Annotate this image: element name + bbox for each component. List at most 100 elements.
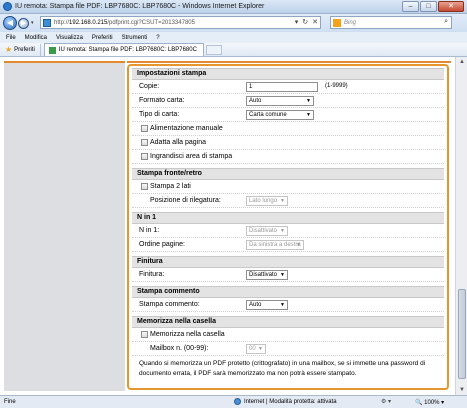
page-viewport: Impostazioni stampa Copie: 1 (1-9999) Fo… [0, 57, 467, 395]
new-tab-button[interactable] [205, 44, 222, 55]
comment-row: Stampa commento: Auto ▼ [132, 298, 444, 312]
chevron-down-icon: ▼ [280, 198, 285, 204]
stop-icon[interactable]: ✕ [312, 18, 318, 26]
enlarge-area-label: Ingrandisci area di stampa [150, 153, 233, 160]
menu-modifica[interactable]: Modifica [25, 35, 47, 41]
enlarge-area-row: Ingrandisci area di stampa [132, 150, 444, 164]
finishing-label: Finitura: [139, 271, 165, 278]
search-icon[interactable]: ⌕ [444, 18, 448, 26]
menu-file[interactable]: File [6, 35, 16, 41]
print-form-panel: Impostazioni stampa Copie: 1 (1-9999) Fo… [127, 64, 449, 390]
store-mailbox-label: Memorizza nella casella [150, 331, 225, 338]
page-order-row: Ordine pagine: Da sinistra a destra ▼ [132, 238, 444, 252]
two-sided-label: Stampa 2 lati [150, 183, 191, 190]
store-mailbox-checkbox[interactable] [141, 331, 148, 338]
paper-type-row: Tipo di carta: Carta comune ▼ [132, 108, 444, 122]
menu-visualizza[interactable]: Visualizza [56, 35, 83, 41]
menu-preferiti[interactable]: Preferiti [92, 35, 113, 41]
manual-feed-row: Alimentazione manuale [132, 122, 444, 136]
address-bar[interactable]: http://192.168.0.215/pdfprint.cgi?CSUT=2… [40, 16, 321, 29]
finishing-row: Finitura: Disattivato ▼ [132, 268, 444, 282]
paper-size-select[interactable]: Auto ▼ [246, 96, 314, 106]
copies-input[interactable]: 1 [246, 82, 318, 92]
fit-page-row: Adatta alla pagina [132, 136, 444, 150]
favorites-bar: ★ Preferiti IU remota: Stampa file PDF: … [0, 43, 467, 57]
address-dropdown-icon[interactable]: ▾ [295, 18, 299, 26]
section-duplex: Stampa fronte/retro [132, 168, 444, 180]
maximize-button[interactable]: □ [420, 1, 437, 12]
finishing-select[interactable]: Disattivato ▼ [246, 270, 288, 280]
globe-icon [234, 398, 241, 405]
manual-feed-checkbox[interactable] [141, 125, 148, 132]
store-mailbox-row: Memorizza nella casella [132, 328, 444, 342]
page-order-label: Ordine pagine: [139, 241, 185, 248]
menu-strumenti[interactable]: Strumenti [122, 35, 148, 41]
scroll-up-icon[interactable]: ▲ [457, 57, 467, 67]
chevron-down-icon: ▼ [258, 346, 263, 352]
binding-label: Posizione di rilegatura: [150, 197, 221, 204]
menu-bar: File Modifica Visualizza Preferiti Strum… [0, 32, 467, 43]
scroll-down-icon[interactable]: ▼ [457, 385, 467, 395]
vertical-scrollbar[interactable]: ▲ ▼ [455, 57, 467, 395]
mailbox-number-select[interactable]: 00 ▼ [246, 344, 266, 354]
star-icon: ★ [5, 45, 13, 54]
history-dropdown-icon[interactable]: ▾ [31, 20, 34, 26]
security-zone[interactable]: Internet | Modalità protetta: attivata [234, 398, 337, 405]
favorites-button[interactable]: ★ Preferiti [0, 43, 41, 56]
tab-page-icon [48, 46, 56, 54]
section-n-in-1: N in 1 [132, 212, 444, 224]
address-url[interactable]: http://192.168.0.215/pdfprint.cgi?CSUT=2… [54, 20, 195, 26]
search-input[interactable]: Bing ⌕ [330, 16, 452, 29]
mailbox-number-label: Mailbox n. (00-99): [150, 345, 209, 352]
search-placeholder: Bing [344, 19, 357, 26]
refresh-icon[interactable]: ↻ [302, 18, 308, 26]
status-text: Fine [4, 399, 16, 405]
minimize-button[interactable]: – [402, 1, 419, 12]
n-in-1-row: N in 1: Disattivato ▼ [132, 224, 444, 238]
section-print-settings: Impostazioni stampa [132, 68, 444, 80]
left-menu-pane [4, 61, 125, 391]
menu-help[interactable]: ? [156, 35, 159, 41]
comment-label: Stampa commento: [139, 301, 200, 308]
section-mailbox: Memorizza nella casella [132, 316, 444, 328]
paper-type-select[interactable]: Carta comune ▼ [246, 110, 314, 120]
bing-icon [333, 18, 341, 27]
paper-size-label: Formato carta: [139, 97, 185, 104]
page-icon [43, 18, 51, 27]
status-tools-icon[interactable]: ⚙ ▾ [381, 398, 391, 405]
scrollbar-thumb[interactable] [458, 289, 466, 379]
n-in-1-select[interactable]: Disattivato ▼ [246, 226, 288, 236]
tab-label: IU remota: Stampa file PDF: LBP7680C: LB… [58, 47, 197, 53]
two-sided-row: Stampa 2 lati [132, 180, 444, 194]
page-order-select[interactable]: Da sinistra a destra ▼ [246, 240, 304, 250]
back-button[interactable]: ◀ [3, 16, 17, 30]
zone-label: Internet | Modalità protetta: attivata [244, 398, 337, 405]
navigation-bar: ◀ ▶ ▾ http://192.168.0.215/pdfprint.cgi?… [0, 14, 467, 32]
chevron-down-icon: ▼ [306, 112, 311, 118]
left-pane-accent [4, 61, 125, 63]
comment-select[interactable]: Auto ▼ [246, 300, 288, 310]
content-accent [127, 61, 451, 63]
paper-type-label: Tipo di carta: [139, 111, 180, 118]
paper-size-row: Formato carta: Auto ▼ [132, 94, 444, 108]
enlarge-area-checkbox[interactable] [141, 153, 148, 160]
ie-logo-icon [3, 2, 12, 11]
fit-page-checkbox[interactable] [141, 139, 148, 146]
forward-button[interactable]: ▶ [18, 17, 29, 29]
window-title: IU remota: Stampa file PDF: LBP7680C: LB… [15, 3, 265, 10]
chevron-down-icon: ▼ [280, 272, 285, 278]
copies-label: Copie: [139, 83, 160, 90]
mailbox-number-row: Mailbox n. (00-99): 00 ▼ [132, 342, 444, 356]
copies-row: Copie: 1 (1-9999) [132, 80, 444, 94]
fit-page-label: Adatta alla pagina [150, 139, 207, 146]
chevron-down-icon: ▼ [280, 228, 285, 234]
window-controls: – □ ✕ [402, 1, 464, 12]
chevron-down-icon: ▼ [296, 242, 301, 248]
close-button[interactable]: ✕ [438, 1, 464, 12]
n-in-1-label: N in 1: [139, 227, 160, 234]
zoom-control[interactable]: 🔍 100% ▾ [415, 399, 444, 406]
binding-select[interactable]: Lato lungo ▼ [246, 196, 288, 206]
browser-tab[interactable]: IU remota: Stampa file PDF: LBP7680C: LB… [43, 43, 204, 56]
two-sided-checkbox[interactable] [141, 183, 148, 190]
section-finishing: Finitura [132, 256, 444, 268]
